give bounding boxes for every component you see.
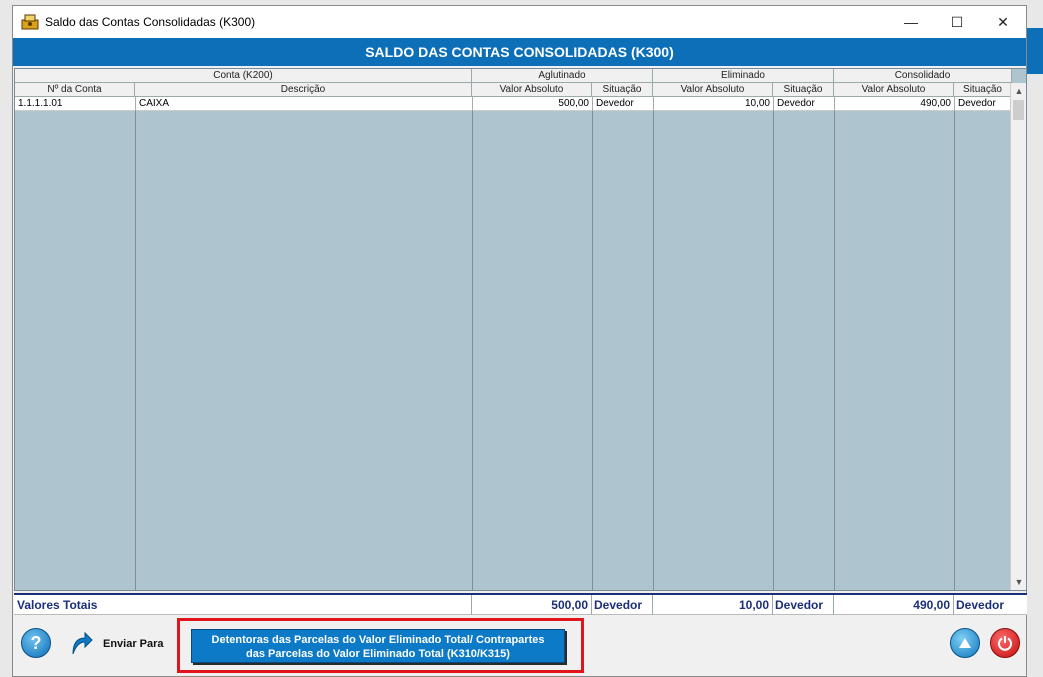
power-icon xyxy=(998,636,1012,651)
cell-el-situacao: Devedor xyxy=(773,97,834,111)
totals-row: Valores Totais 500,00 Devedor 10,00 Deve… xyxy=(14,593,1027,615)
title-bar: Saldo das Contas Consolidadas (K300) — ☐… xyxy=(13,6,1026,38)
group-header-conta: Conta (K200) xyxy=(15,69,472,83)
column-divider xyxy=(135,97,136,590)
table-row[interactable]: 1.1.1.1.01 CAIXA 500,00 Devedor 10,00 De… xyxy=(15,97,1012,111)
column-header-el-valor[interactable]: Valor Absoluto xyxy=(653,83,773,97)
totals-el-valor: 10,00 xyxy=(738,598,769,612)
window-controls: — ☐ ✕ xyxy=(888,6,1026,38)
up-arrow-icon xyxy=(959,638,971,648)
group-header-aglutinado: Aglutinado xyxy=(472,69,653,83)
column-divider xyxy=(592,97,593,590)
cell-ag-situacao: Devedor xyxy=(592,97,653,111)
scroll-thumb[interactable] xyxy=(1013,100,1024,120)
vertical-scrollbar[interactable]: ▲ ▼ xyxy=(1010,83,1026,590)
column-header-numero[interactable]: Nº da Conta xyxy=(15,83,135,97)
cell-numero: 1.1.1.1.01 xyxy=(18,98,63,109)
totals-el-situacao: Devedor xyxy=(775,598,824,612)
send-to-label[interactable]: Enviar Para xyxy=(103,638,164,650)
column-header-el-situacao[interactable]: Situação xyxy=(773,83,834,97)
column-header-co-situacao[interactable]: Situação xyxy=(954,83,1012,97)
background-app-header xyxy=(1027,28,1043,74)
footer-toolbar: ? Enviar Para Detentoras das Parcelas do… xyxy=(13,616,1026,676)
column-divider xyxy=(773,97,774,590)
column-divider xyxy=(653,97,654,590)
totals-label: Valores Totais xyxy=(17,598,98,612)
totals-co-valor: 490,00 xyxy=(913,598,950,612)
totals-co-situacao: Devedor xyxy=(956,598,1005,612)
close-button[interactable]: ✕ xyxy=(980,6,1026,38)
column-header-descricao[interactable]: Descrição xyxy=(135,83,472,97)
help-button[interactable]: ? xyxy=(21,628,51,658)
scroll-top-button[interactable] xyxy=(950,628,980,658)
app-icon xyxy=(21,14,39,30)
minimize-button[interactable]: — xyxy=(888,6,934,38)
k310-button-line1: Detentoras das Parcelas do Valor Elimina… xyxy=(211,634,545,646)
send-arrow-icon[interactable] xyxy=(69,630,93,656)
column-header-ag-valor[interactable]: Valor Absoluto xyxy=(472,83,592,97)
k310-button-line2: das Parcelas do Valor Eliminado Total (K… xyxy=(246,648,510,660)
k300-window: Saldo das Contas Consolidadas (K300) — ☐… xyxy=(12,5,1027,677)
column-header-co-valor[interactable]: Valor Absoluto xyxy=(834,83,954,97)
window-title: Saldo das Contas Consolidadas (K300) xyxy=(45,15,256,29)
cell-ag-valor: 500,00 xyxy=(472,97,592,111)
group-header-eliminado: Eliminado xyxy=(653,69,834,83)
cell-co-valor: 490,00 xyxy=(834,97,954,111)
totals-ag-valor: 500,00 xyxy=(551,598,588,612)
cell-el-valor: 10,00 xyxy=(653,97,773,111)
group-header-consolidado: Consolidado xyxy=(834,69,1012,83)
scroll-down-arrow-icon[interactable]: ▼ xyxy=(1011,574,1026,590)
accounts-grid[interactable]: Conta (K200) Aglutinado Eliminado Consol… xyxy=(14,68,1027,591)
column-divider xyxy=(834,97,835,590)
column-header-ag-situacao[interactable]: Situação xyxy=(592,83,653,97)
cell-co-situacao: Devedor xyxy=(954,97,1012,111)
totals-ag-situacao: Devedor xyxy=(594,598,643,612)
column-divider xyxy=(472,97,473,590)
k310-k315-button[interactable]: Detentoras das Parcelas do Valor Elimina… xyxy=(191,629,565,663)
maximize-button[interactable]: ☐ xyxy=(934,6,980,38)
cell-descricao: CAIXA xyxy=(135,97,472,111)
scroll-up-arrow-icon[interactable]: ▲ xyxy=(1011,83,1026,99)
page-title: SALDO DAS CONTAS CONSOLIDADAS (K300) xyxy=(13,38,1026,66)
column-divider xyxy=(954,97,955,590)
exit-button[interactable] xyxy=(990,628,1020,658)
